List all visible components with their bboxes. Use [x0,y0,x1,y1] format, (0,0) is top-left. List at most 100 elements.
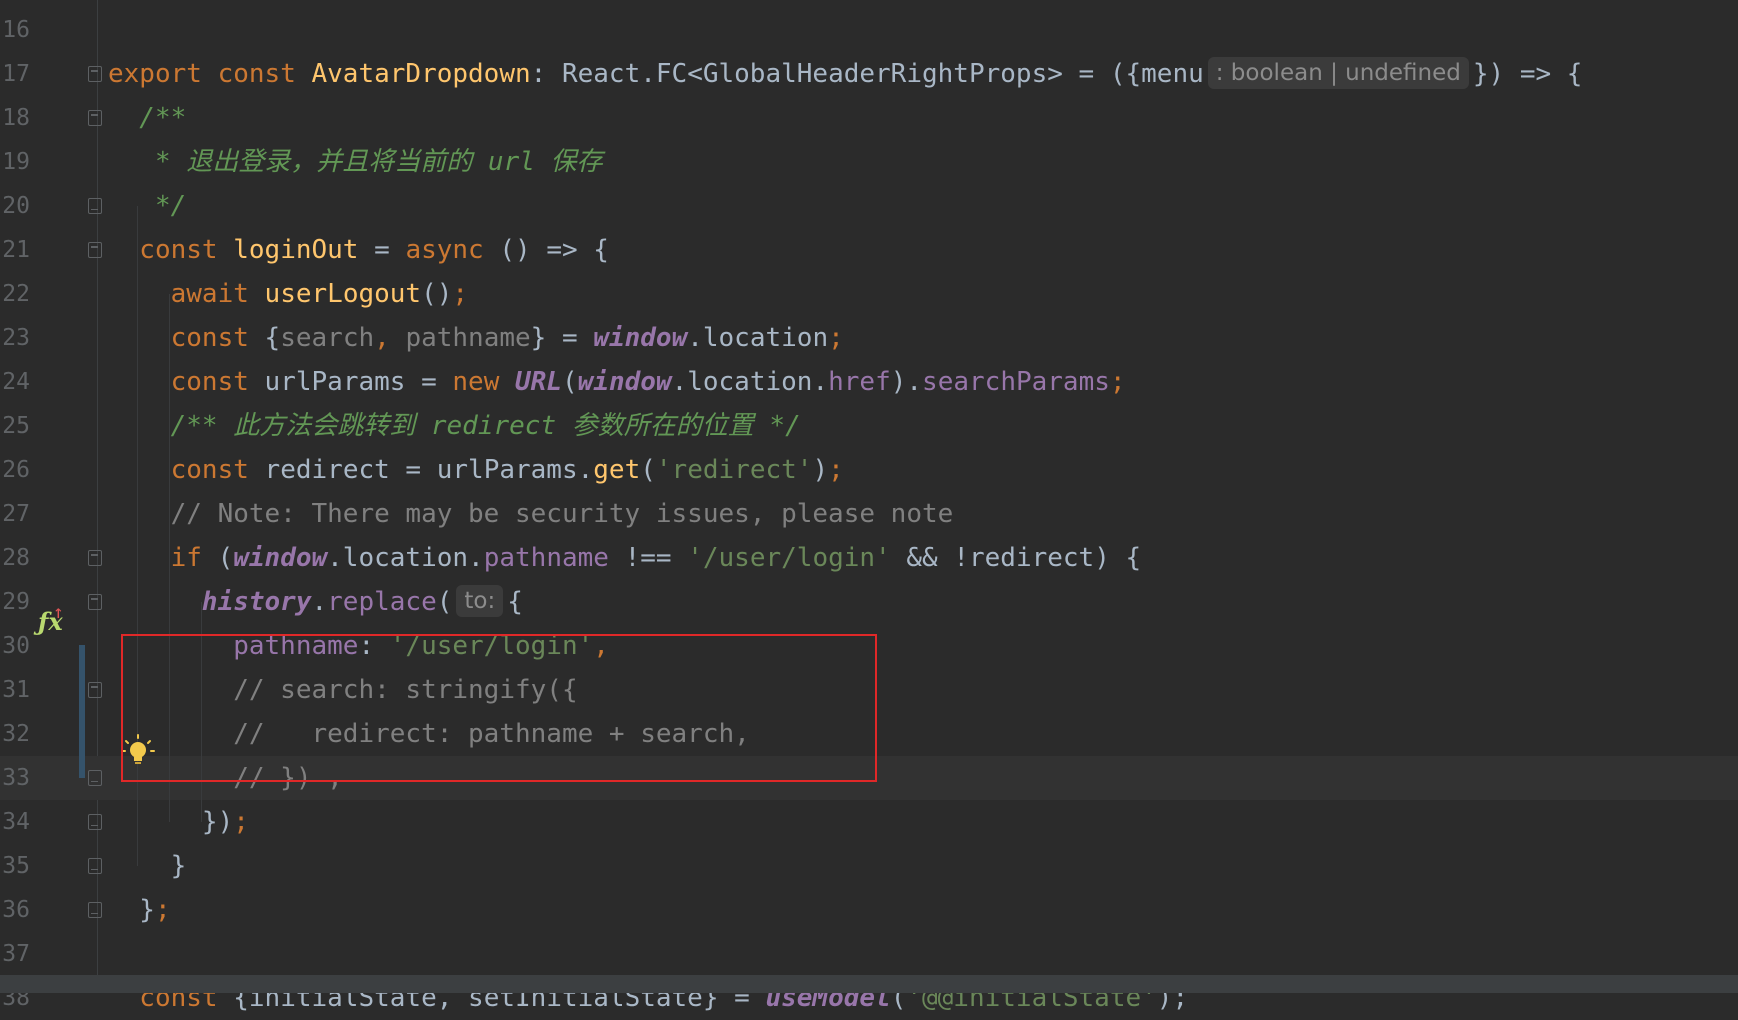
code-line[interactable]: 17 export const AvatarDropdown: React.FC<… [0,52,1738,96]
code-text[interactable]: }); [108,800,249,844]
line-number[interactable]: 31 [0,668,30,712]
line-number[interactable]: 21 [0,228,30,272]
code-line[interactable]: 37 [0,932,1738,976]
code-token: redirect = urlParams. [264,455,594,485]
fold-toggle-icon[interactable] [88,198,102,214]
code-token: ) [812,455,829,485]
code-text[interactable]: const loginOut = async () => { [108,228,609,272]
line-number[interactable]: 32 [0,712,30,756]
code-token: const [108,455,265,485]
code-token: export [108,59,218,89]
code-line[interactable]: 20 */ [0,184,1738,228]
code-token: } [108,895,155,925]
fold-toggle-icon[interactable] [88,594,102,610]
line-number[interactable]: 29 [0,580,30,624]
code-text[interactable]: }; [108,888,170,932]
fold-toggle-icon[interactable] [88,902,102,918]
fold-toggle-icon[interactable] [88,770,102,786]
code-token: window [593,323,688,353]
code-text[interactable]: * 退出登录，并且将当前的 url 保存 [108,140,603,184]
line-number[interactable]: 25 [0,404,30,448]
code-token: search [280,323,375,353]
navigate-up-arrow-icon[interactable]: ↑ [53,602,64,623]
code-token: ; [233,807,249,837]
code-token: window [577,367,672,397]
code-token: window [233,543,328,573]
line-number[interactable]: 36 [0,888,30,932]
line-number[interactable]: 18 [0,96,30,140]
line-number[interactable]: 24 [0,360,30,404]
code-token: ; [828,455,844,485]
inlay-hint: : boolean | undefined [1207,57,1469,89]
code-editor[interactable]: 16 17 export const AvatarDropdown: React.F… [0,0,1738,1013]
code-text[interactable]: const urlParams = new URL(window.locatio… [108,360,1126,404]
code-line[interactable]: 19 * 退出登录，并且将当前的 url 保存 [0,140,1738,184]
code-text[interactable]: if (window.location.pathname !== '/user/… [108,536,1142,580]
code-line[interactable]: 35 } [0,844,1738,888]
fold-toggle-icon[interactable] [88,550,102,566]
line-number[interactable]: 23 [0,316,30,360]
code-token: * 退出登录，并且将当前的 url 保存 [108,147,603,177]
code-token: } [108,851,187,881]
code-line[interactable]: 28 if (window.location.pathname !== '/us… [0,536,1738,580]
line-number[interactable]: 37 [0,932,30,976]
line-number[interactable]: 35 [0,844,30,888]
code-line[interactable]: 23 const {search, pathname} = window.loc… [0,316,1738,360]
inlay-hint: to: [456,585,504,617]
code-token: async [405,235,500,265]
fold-toggle-icon[interactable] [88,66,102,82]
code-line[interactable]: 29 history.replace(to:{ [0,580,1738,624]
code-token: }) [108,807,234,837]
code-token: !== [608,543,688,573]
code-text[interactable]: /** 此方法会跳转到 redirect 参数所在的位置 */ [108,404,801,448]
line-number[interactable]: 34 [0,800,30,844]
code-line[interactable]: 34 }); [0,800,1738,844]
code-line[interactable]: 36 }; [0,888,1738,932]
vcs-change-marker[interactable] [79,645,85,778]
line-number[interactable]: 26 [0,448,30,492]
fold-toggle-icon[interactable] [88,110,102,126]
code-line[interactable]: 18 /** [0,96,1738,140]
code-line[interactable]: 16 [0,8,1738,52]
line-number[interactable]: 22 [0,272,30,316]
code-token: { [507,587,523,617]
fold-toggle-icon[interactable] [88,858,102,874]
code-text[interactable]: history.replace(to:{ [108,580,523,624]
code-line[interactable]: 27 // Note: There may be security issues… [0,492,1738,536]
line-number[interactable]: 17 [0,52,30,96]
code-text[interactable]: await userLogout(); [108,272,468,316]
code-token: ; [828,323,844,353]
line-number[interactable]: 33 [0,756,30,800]
code-token: ( [436,587,453,617]
fold-toggle-icon[interactable] [88,242,102,258]
code-token: new [452,367,516,397]
code-line[interactable]: 24 const urlParams = new URL(window.loca… [0,360,1738,404]
code-token: ; [1109,367,1126,397]
code-token: } = [530,323,594,353]
line-number[interactable]: 30 [0,624,30,668]
code-token: ; [452,279,469,309]
line-number[interactable]: 27 [0,492,30,536]
fold-toggle-icon[interactable] [88,682,102,698]
line-number[interactable]: 19 [0,140,30,184]
code-text[interactable]: const redirect = urlParams.get('redirect… [108,448,844,492]
line-number[interactable]: 16 [0,8,30,52]
code-text[interactable]: } [108,844,187,888]
code-text[interactable]: // Note: There may be security issues, p… [108,492,954,536]
code-token: '/user/login' [687,543,891,573]
code-text[interactable]: /** [108,96,186,140]
code-text[interactable]: */ [108,184,186,228]
code-text[interactable]: export const AvatarDropdown: React.FC<Gl… [108,52,1582,96]
code-line[interactable]: 26 const redirect = urlParams.get('redir… [0,448,1738,492]
code-token: const [108,323,265,353]
line-number[interactable]: 20 [0,184,30,228]
code-line[interactable]: 21 const loginOut = async () => { [0,228,1738,272]
fold-toggle-icon[interactable] [88,814,102,830]
code-text[interactable]: const {search, pathname} = window.locati… [108,316,844,360]
line-number[interactable]: 28 [0,536,30,580]
code-line[interactable]: 25 /** 此方法会跳转到 redirect 参数所在的位置 */ [0,404,1738,448]
code-line[interactable]: 22 await userLogout(); [0,272,1738,316]
code-token: history [108,587,312,617]
code-token: href [828,367,891,397]
code-token: ( [640,455,656,485]
